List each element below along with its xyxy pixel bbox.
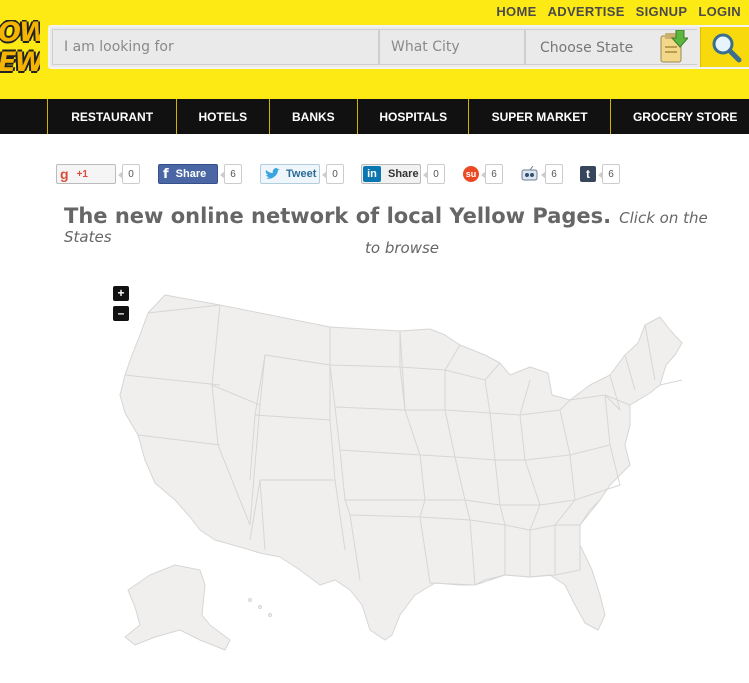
- signup-link[interactable]: SIGNUP: [636, 4, 688, 19]
- home-link[interactable]: HOME: [496, 4, 536, 19]
- facebook-icon: f: [163, 166, 169, 182]
- search-icon: [712, 33, 742, 63]
- facebook-share: f Share 6: [158, 163, 242, 185]
- tumblr-count: 6: [598, 164, 620, 184]
- facebook-label: Share: [175, 168, 207, 180]
- linkedin-label: Share: [388, 168, 419, 180]
- login-link[interactable]: LOGIN: [698, 4, 741, 19]
- nav-grocery-store[interactable]: GROCERY STORE: [611, 99, 749, 134]
- gplus-label: +1: [76, 168, 88, 180]
- gplus-count: 0: [118, 164, 140, 184]
- nav-super-market[interactable]: SUPER MARKET: [469, 99, 611, 134]
- linkedin-button[interactable]: in Share: [361, 164, 421, 184]
- digg-share: 6: [521, 163, 563, 185]
- state-select-label: Choose State: [540, 40, 634, 56]
- nav-restaurant[interactable]: RESTAURANT: [48, 99, 178, 134]
- gplus-button[interactable]: g +1: [56, 164, 116, 184]
- linkedin-icon: in: [363, 166, 381, 182]
- gplus-share: g +1 0: [56, 163, 140, 185]
- twitter-count: 0: [322, 164, 344, 184]
- twitter-bird-icon: [265, 167, 280, 179]
- stumbleupon-share: su 6: [463, 163, 503, 185]
- category-nav: RESTAURANT HOTELS BANKS HOSPITALS SUPER …: [0, 99, 749, 134]
- twitter-share: Tweet 0: [260, 163, 344, 185]
- linkedin-count: 0: [423, 164, 445, 184]
- headline-title: The new online network of local Yellow P…: [64, 204, 612, 228]
- city-field-wrap: [379, 29, 525, 65]
- nav-hospitals[interactable]: HOSPITALS: [358, 99, 470, 134]
- headline-subtitle-2: to browse: [365, 239, 440, 257]
- state-list-icon[interactable]: [658, 30, 688, 64]
- stumbleupon-icon[interactable]: su: [463, 166, 479, 182]
- us-states-map[interactable]: [100, 285, 700, 665]
- looking-for-input[interactable]: [53, 30, 378, 64]
- gplus-icon: g: [60, 166, 69, 182]
- site-logo[interactable]: OW EW: [0, 20, 40, 82]
- facebook-button[interactable]: f Share: [158, 164, 218, 184]
- header: OW EW HOME ADVERTISE SIGNUP LOGIN Choose…: [0, 0, 749, 99]
- logo-line2: EW: [0, 47, 40, 78]
- logo-line1: OW: [0, 20, 40, 48]
- nav-spacer: [0, 99, 49, 134]
- nav-hotels[interactable]: HOTELS: [177, 99, 270, 134]
- looking-for-field-wrap: [52, 29, 379, 65]
- digg-icon[interactable]: [521, 166, 539, 182]
- headline: The new online network of local Yellow P…: [64, 204, 749, 257]
- search-bar: Choose State: [48, 25, 749, 69]
- city-input[interactable]: [380, 30, 524, 64]
- alaska-shape[interactable]: [124, 564, 231, 651]
- facebook-count: 6: [220, 164, 242, 184]
- digg-count: 6: [541, 164, 563, 184]
- top-links: HOME ADVERTISE SIGNUP LOGIN: [496, 4, 741, 19]
- tumblr-icon[interactable]: t: [580, 166, 596, 182]
- search-button[interactable]: [700, 27, 749, 67]
- stumbleupon-count: 6: [481, 164, 503, 184]
- tweet-label: Tweet: [286, 168, 317, 180]
- tweet-button[interactable]: Tweet: [260, 164, 320, 184]
- linkedin-share: in Share 0: [361, 163, 445, 185]
- nav-banks[interactable]: BANKS: [270, 99, 359, 134]
- advertise-link[interactable]: ADVERTISE: [548, 4, 625, 19]
- tumblr-share: t 6: [580, 163, 620, 185]
